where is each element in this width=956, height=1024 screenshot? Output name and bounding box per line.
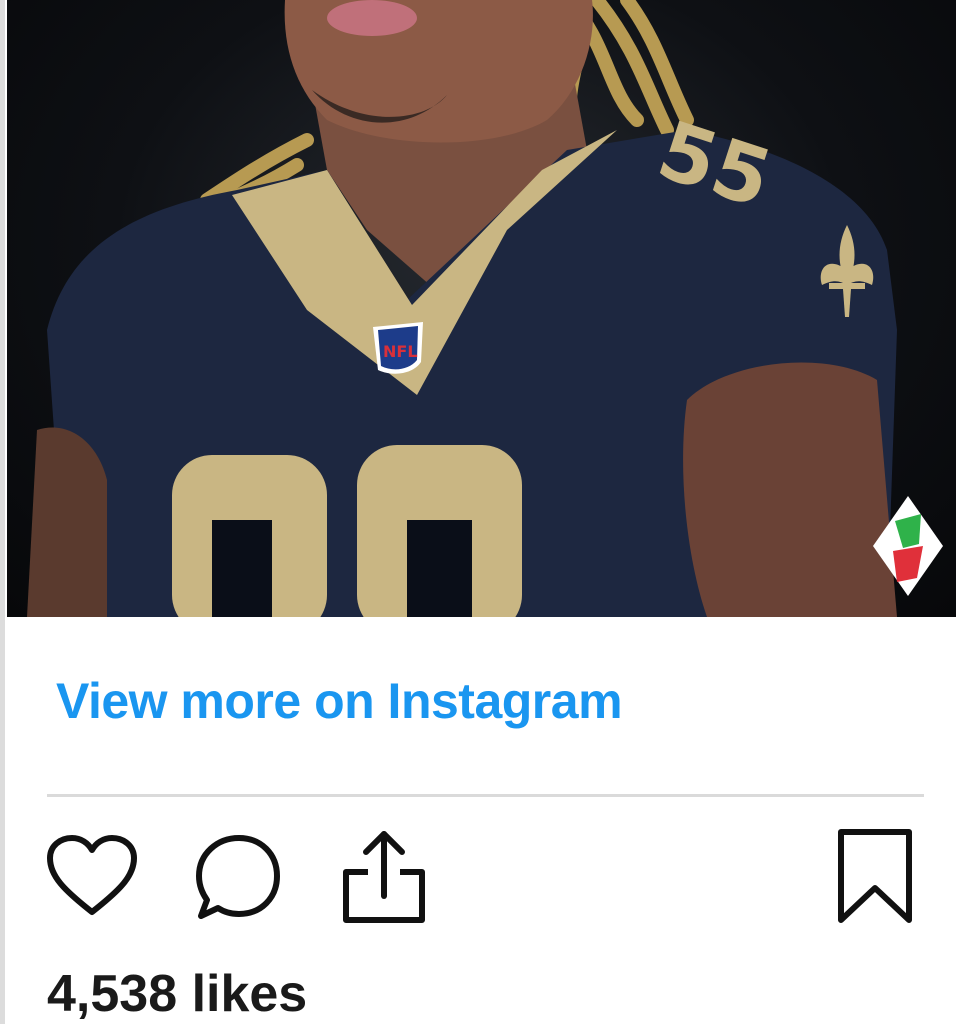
post-image[interactable]: 55 NFL bbox=[7, 0, 956, 617]
left-border bbox=[0, 0, 5, 1024]
arm bbox=[683, 362, 897, 617]
player-illustration: 55 NFL bbox=[27, 0, 943, 617]
heart-icon bbox=[47, 835, 137, 915]
comment-button[interactable] bbox=[193, 832, 285, 929]
share-icon bbox=[343, 831, 425, 923]
svg-text:NFL: NFL bbox=[383, 342, 418, 361]
view-more-on-instagram-link[interactable]: View more on Instagram bbox=[56, 672, 623, 730]
bookmark-icon bbox=[838, 829, 912, 923]
left-arm bbox=[27, 427, 107, 617]
divider bbox=[47, 794, 924, 797]
save-button[interactable] bbox=[835, 828, 915, 931]
like-button[interactable] bbox=[44, 832, 140, 927]
mouth bbox=[327, 0, 417, 36]
share-button[interactable] bbox=[338, 828, 430, 931]
comment-icon bbox=[196, 835, 280, 919]
nfl-shield-icon: NFL bbox=[373, 322, 423, 374]
likes-count[interactable]: 4,538 likes bbox=[47, 964, 307, 1024]
